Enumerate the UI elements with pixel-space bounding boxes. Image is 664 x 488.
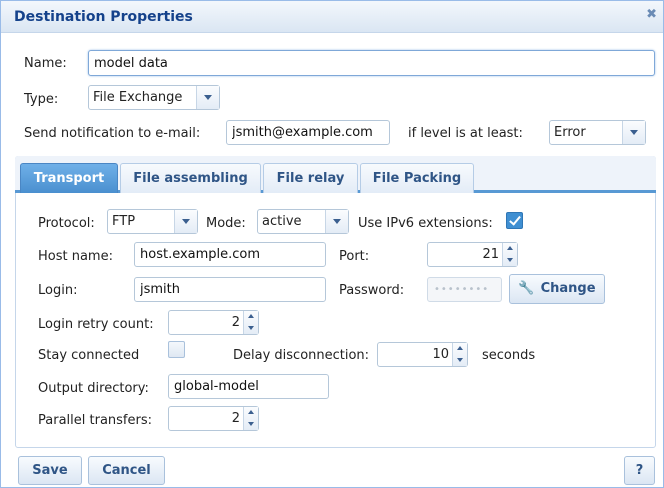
save-button[interactable]: Save	[18, 456, 82, 485]
protocol-select-value: FTP	[112, 214, 136, 229]
arrow-down-icon[interactable]	[244, 323, 259, 334]
name-input[interactable]	[88, 50, 655, 76]
mode-select[interactable]: active	[257, 209, 349, 234]
login-input[interactable]	[134, 277, 326, 302]
parallel-transfers-value: 2	[231, 411, 240, 426]
ipv6-checkbox[interactable]	[506, 212, 523, 229]
destination-properties-dialog: Destination Properties ✖ Name: Type: Fil…	[0, 0, 664, 488]
stay-connected-checkbox[interactable]	[168, 341, 185, 358]
delay-stepper[interactable]: 10	[377, 342, 468, 367]
change-password-button[interactable]: 🔧 Change	[509, 274, 605, 304]
tab-file-assembling[interactable]: File assembling	[120, 163, 261, 193]
close-icon[interactable]: ✖	[646, 7, 657, 22]
parallel-transfers-label: Parallel transfers:	[38, 413, 152, 428]
host-input[interactable]	[134, 242, 326, 267]
delay-unit: seconds	[482, 348, 536, 363]
arrow-up-icon[interactable]	[453, 343, 468, 354]
retry-stepper[interactable]: 2	[168, 310, 259, 335]
output-directory-label: Output directory:	[38, 381, 149, 396]
protocol-label: Protocol:	[38, 216, 95, 231]
password-label: Password:	[339, 283, 405, 298]
type-select[interactable]: File Exchange	[88, 85, 220, 110]
cancel-button[interactable]: Cancel	[88, 456, 165, 485]
level-label: if level is at least:	[408, 126, 523, 141]
protocol-select[interactable]: FTP	[107, 209, 198, 234]
password-field: ••••••••	[427, 277, 502, 302]
arrow-down-icon[interactable]	[453, 355, 468, 366]
login-label: Login:	[38, 283, 78, 298]
delay-label: Delay disconnection:	[233, 348, 370, 363]
mode-label: Mode:	[206, 216, 246, 231]
host-label: Host name:	[38, 249, 113, 264]
chevron-down-icon[interactable]	[622, 121, 645, 144]
stepper-arrows	[502, 243, 517, 266]
output-directory-input[interactable]	[168, 374, 329, 399]
dialog-titlebar: Destination Properties ✖	[1, 1, 663, 33]
stepper-arrows	[452, 343, 467, 366]
ipv6-label: Use IPv6 extensions:	[358, 216, 493, 231]
chevron-down-icon[interactable]	[174, 210, 197, 233]
type-label: Type:	[24, 92, 59, 107]
tab-file-relay[interactable]: File relay	[263, 163, 358, 193]
level-select[interactable]: Error	[549, 120, 646, 145]
dialog-title: Destination Properties	[14, 9, 193, 25]
name-label: Name:	[24, 56, 67, 71]
tab-transport[interactable]: Transport	[20, 163, 118, 193]
arrow-up-icon[interactable]	[244, 311, 259, 322]
wrench-icon: 🔧	[518, 281, 535, 296]
arrow-up-icon[interactable]	[244, 407, 259, 418]
arrow-down-icon[interactable]	[244, 419, 259, 430]
email-input[interactable]	[226, 120, 390, 145]
port-label: Port:	[339, 249, 370, 264]
stay-connected-label: Stay connected	[38, 348, 140, 363]
stepper-arrows	[243, 311, 258, 334]
level-select-value: Error	[554, 125, 586, 140]
arrow-up-icon[interactable]	[503, 243, 518, 254]
chevron-down-icon[interactable]	[196, 86, 219, 109]
retry-value: 2	[231, 315, 240, 330]
parallel-transfers-stepper[interactable]: 2	[168, 406, 259, 431]
help-button[interactable]: ?	[624, 456, 655, 485]
port-stepper[interactable]: 21	[427, 242, 518, 267]
type-select-value: File Exchange	[93, 90, 183, 105]
chevron-down-icon[interactable]	[325, 210, 348, 233]
port-value: 21	[482, 247, 499, 262]
mode-select-value: active	[262, 214, 302, 229]
stepper-arrows	[243, 407, 258, 430]
retry-label: Login retry count:	[38, 317, 154, 332]
delay-value: 10	[432, 347, 449, 362]
email-label: Send notification to e-mail:	[24, 126, 201, 141]
arrow-down-icon[interactable]	[503, 255, 518, 266]
change-button-label: Change	[540, 281, 596, 296]
tab-file-packing[interactable]: File Packing	[360, 163, 474, 193]
